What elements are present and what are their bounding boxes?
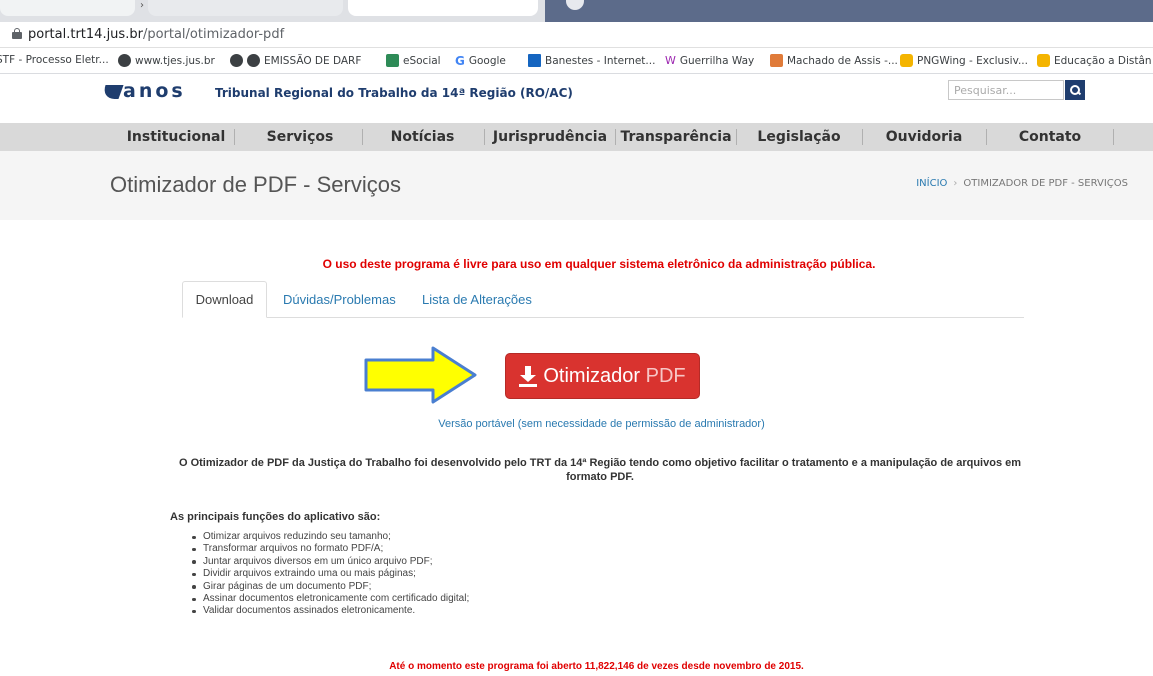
logo-swoosh [100,85,124,99]
search-button[interactable] [1065,80,1085,100]
download-icon [519,365,538,387]
search-icon [1070,85,1080,95]
globe-icon [118,54,131,67]
nav-divider [1113,129,1114,145]
nav-item-legislacao[interactable]: Legislação [738,123,860,151]
nav-divider [862,129,863,145]
nav-item-ouvidoria[interactable]: Ouvidoria [864,123,984,151]
tab-lista-alteracoes[interactable]: Lista de Alterações [422,281,532,318]
nav-divider [362,129,363,145]
breadcrumb-current: OTIMIZADOR DE PDF - SERVIÇOS [963,178,1128,189]
nav-item-noticias[interactable]: Notícias [365,123,480,151]
educacao-icon [1037,54,1050,67]
functions-title: As principais funções do aplicativo são: [170,511,381,523]
browser-tabstrip: › [0,0,1153,22]
bookmark-educacao[interactable]: Educação a Distân [1037,54,1152,67]
tab-download[interactable]: Download [182,281,267,318]
list-item: Assinar documentos eletronicamente com c… [192,593,469,605]
list-item: Transformar arquivos no formato PDF/A; [192,543,469,555]
nav-divider [736,129,737,145]
bookmark-label: eSocial [403,54,441,67]
bookmark-guerrilha[interactable]: W Guerrilha Way [665,54,754,67]
app-description: O Otimizador de PDF da Justiça do Trabal… [178,457,1022,483]
lock-icon[interactable] [12,28,22,39]
machado-icon [770,54,783,67]
breadcrumb-home-link[interactable]: INÍCIO [916,178,947,189]
bookmark-label: Banestes - Internet... [545,54,656,67]
esocial-icon [386,54,399,67]
bookmark-stf[interactable]: STF - Processo Eletr... [0,54,109,66]
free-use-notice: O uso deste programa é livre para uso em… [322,257,876,271]
download-label: Otimizador PDF [543,364,686,387]
bookmark-esocial[interactable]: eSocial [386,54,441,67]
address-bar[interactable]: portal.trt14.jus.br/portal/otimizador-pd… [0,22,1153,48]
nav-item-contato[interactable]: Contato [988,123,1112,151]
bookmarks-bar: STF - Processo Eletr... www.tjes.jus.br … [0,48,1153,74]
list-item: Juntar arquivos diversos em um único arq… [192,556,469,568]
logo-title[interactable]: Tribunal Regional do Trabalho da 14ª Reg… [215,86,573,100]
bookmark-label: STF - Processo Eletr... [0,54,109,66]
bookmark-banestes[interactable]: Banestes - Internet... [528,54,655,67]
google-icon: G [455,54,465,68]
logo-anos[interactable]: anos [123,80,186,102]
list-item: Dividir arquivos extraindo uma ou mais p… [192,568,469,580]
bookmark-label: Guerrilha Way [679,54,755,67]
breadcrumb-separator: › [953,178,958,189]
page-title: Otimizador de PDF - Serviços [110,172,401,197]
tab-duvidas-problemas[interactable]: Dúvidas/Problemas [283,281,396,318]
banestes-icon [528,54,541,67]
bookmark-machado[interactable]: Machado de Assis -... [770,54,898,67]
url-text[interactable]: portal.trt14.jus.br/portal/otimizador-pd… [28,27,284,42]
download-button[interactable]: Otimizador PDF [505,353,700,399]
bookmark-label: www.tjes.jus.br [135,54,215,67]
portable-version-link: Versão portável (sem necessidade de perm… [0,418,1153,430]
title-band: Otimizador de PDF - Serviços INÍCIO › OTIM… [0,151,1153,220]
bookmark-tjes[interactable]: www.tjes.jus.br [118,54,215,67]
nav-divider [484,129,485,145]
bookmark-google[interactable]: G Google [455,54,506,68]
browser-tab[interactable] [148,0,343,16]
nav-item-transparencia[interactable]: Transparência [617,123,735,151]
bookmark-label: EMISSÃO DE DARF [264,54,362,67]
bookmark-label: Educação a Distân [1054,54,1152,67]
url-host: portal.trt14.jus.br [28,27,143,42]
globe-icon [247,54,260,67]
bookmark-darf[interactable]: EMISSÃO DE DARF [230,54,361,67]
nav-item-jurisprudencia[interactable]: Jurisprudência [486,123,614,151]
bookmark-label: Machado de Assis -... [787,54,898,67]
pngwing-icon [900,54,913,67]
main-nav: Institucional Serviços Notícias Jurispru… [0,123,1153,151]
window-titlebar [545,0,1153,22]
list-item: Girar páginas de um documento PDF; [192,581,469,593]
open-counter: Até o momento este programa foi aberto 1… [389,661,804,672]
portable-link-text[interactable]: Versão portável (sem necessidade de perm… [438,418,765,430]
browser-tab[interactable] [0,0,135,16]
nav-item-institucional[interactable]: Institucional [120,123,232,151]
nav-divider [234,129,235,145]
site-header: anos Tribunal Regional do Trabalho da 14… [0,74,1153,120]
browser-tab-active[interactable] [348,0,538,16]
globe-icon [230,54,243,67]
tab-scroll-icon[interactable]: › [140,0,144,11]
bookmark-label: Google [468,55,506,67]
functions-list: Otimizar arquivos reduzindo seu tamanho;… [192,531,469,618]
nav-item-servicos[interactable]: Serviços [240,123,360,151]
breadcrumb: INÍCIO › OTIMIZADOR DE PDF - SERVIÇOS [916,178,1128,189]
list-item: Otimizar arquivos reduzindo seu tamanho; [192,531,469,543]
nav-divider [986,129,987,145]
bookmark-pngwing[interactable]: PNGWing - Exclusiv... [900,54,1028,67]
list-item: Validar documentos assinados eletronicam… [192,605,469,617]
content-tabs: Download Dúvidas/Problemas Lista de Alte… [182,281,1024,318]
bookmark-label: PNGWing - Exclusiv... [917,54,1028,67]
guerrilha-icon: W [665,54,676,67]
url-path: /portal/otimizador-pdf [142,27,285,42]
nav-divider [615,129,616,145]
search-input[interactable] [948,80,1064,100]
yellow-arrow-icon [364,346,477,404]
